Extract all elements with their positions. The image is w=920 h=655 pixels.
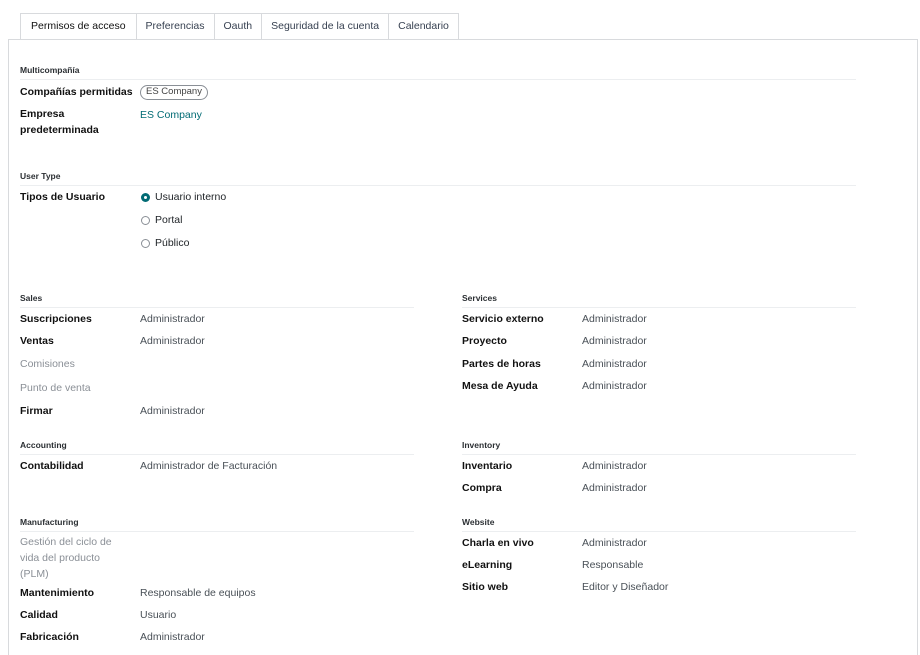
field-value[interactable]: Administrador [582,480,647,496]
field-value[interactable]: Administrador [582,356,647,372]
radio-unchecked-icon[interactable] [141,238,150,248]
radio-public[interactable]: Público [141,235,189,251]
page-border-right [917,39,918,655]
field-label: Compra [462,482,502,494]
group-title-user-type: User Type [20,171,856,186]
radio-label: Portal [155,214,183,226]
group-title-sales: Sales [20,293,414,308]
default-company-label-line1: Empresa [20,108,65,120]
field-value[interactable]: Administrador de Facturación [140,458,277,474]
field-value[interactable]: Administrador [582,333,647,349]
tab-calendar[interactable]: Calendario [389,13,459,40]
notebook-tabs: Permisos de acceso Preferencias Oauth Se… [20,13,459,40]
radio-portal[interactable]: Portal [141,212,182,228]
field-value[interactable]: Administrador [140,629,205,645]
tab-access-rights[interactable]: Permisos de acceso [20,13,137,40]
group-title-accounting: Accounting [20,440,414,455]
allowed-companies-label: Compañías permitidas [20,86,133,98]
tab-oauth[interactable]: Oauth [214,13,263,40]
field-value[interactable]: Responsable de equipos [140,585,256,601]
group-title-website: Website [462,517,856,532]
field-label-muted: Punto de venta [20,382,91,394]
field-label: Calidad [20,609,58,621]
allowed-company-tag[interactable]: ES Company [140,85,208,100]
radio-internal-user[interactable]: Usuario interno [141,189,226,205]
field-label: Firmar [20,405,53,417]
group-title-inventory: Inventory [462,440,856,455]
group-title-manufacturing: Manufacturing [20,517,414,532]
default-company-link[interactable]: ES Company [140,107,202,123]
field-value[interactable]: Administrador [582,458,647,474]
field-label: Proyecto [462,335,507,347]
field-label: Partes de horas [462,358,541,370]
field-label-muted: (PLM) [20,568,49,580]
field-label: Fabricación [20,631,79,643]
field-label-muted: Gestión del ciclo de [20,536,112,548]
field-label: Mesa de Ayuda [462,380,538,392]
tabs-divider [8,39,918,40]
default-company-label-line2: predeterminada [20,124,99,136]
field-label-muted: vida del producto [20,552,100,564]
group-title-multicompany: Multicompañía [20,65,856,80]
tab-preferences[interactable]: Preferencias [136,13,215,40]
field-value[interactable]: Administrador [582,378,647,394]
radio-label: Usuario interno [155,191,227,203]
field-label: Mantenimiento [20,587,95,599]
field-label: Contabilidad [20,460,84,472]
field-label: Ventas [20,335,54,347]
field-label: Inventario [462,460,513,472]
field-label: Charla en vivo [462,537,534,549]
radio-unchecked-icon[interactable] [141,215,150,225]
field-value[interactable]: Administrador [582,535,647,551]
field-value[interactable]: Administrador [582,311,647,327]
page-border-left [8,39,9,655]
field-label: eLearning [462,559,513,571]
field-label: Sitio web [462,581,509,593]
field-label: Servicio externo [462,313,544,325]
field-value[interactable]: Editor y Diseñador [582,579,668,595]
field-value[interactable]: Administrador [140,333,205,349]
field-label: Suscripciones [20,313,92,325]
tab-account-security[interactable]: Seguridad de la cuenta [262,13,390,40]
field-value[interactable]: Administrador [140,403,205,419]
user-type-label: Tipos de Usuario [20,191,105,203]
radio-label: Público [155,237,190,249]
field-label-muted: Comisiones [20,358,75,370]
field-value[interactable]: Usuario [140,607,176,623]
radio-checked-icon[interactable] [141,192,150,202]
group-title-services: Services [462,293,856,308]
field-value[interactable]: Administrador [140,311,205,327]
field-value[interactable]: Responsable [582,557,643,573]
